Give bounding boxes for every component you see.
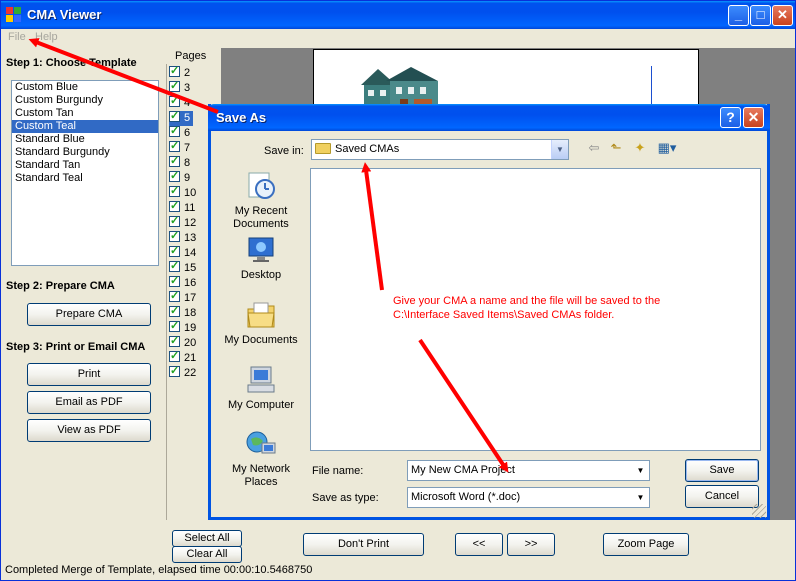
template-item-selected[interactable]: Custom Teal (12, 120, 158, 133)
save-button[interactable]: Save (685, 459, 759, 482)
window-title: CMA Viewer (27, 7, 102, 22)
template-item[interactable]: Custom Tan (12, 107, 158, 120)
next-page-button[interactable]: >> (507, 533, 555, 556)
resize-grip[interactable] (752, 504, 766, 518)
zoom-page-button[interactable]: Zoom Page (603, 533, 689, 556)
title-bar[interactable]: CMA Viewer _ □ ✕ (1, 1, 795, 29)
maximize-button[interactable]: □ (750, 5, 771, 26)
checkbox-icon[interactable] (169, 94, 180, 107)
my-computer-icon (247, 366, 275, 393)
checkbox-icon[interactable] (169, 274, 180, 287)
cursor-line (651, 66, 652, 106)
template-list[interactable]: Custom Blue Custom Burgundy Custom Tan C… (11, 80, 159, 266)
prepare-cma-button[interactable]: Prepare CMA (27, 303, 151, 326)
chevron-down-icon[interactable]: ▼ (632, 488, 649, 507)
view-pdf-button[interactable]: View as PDF (27, 419, 151, 442)
checkbox-icon[interactable] (169, 79, 180, 92)
menu-bar: File Help (1, 29, 221, 47)
folder-icon (315, 143, 331, 154)
chevron-down-icon[interactable]: ▼ (551, 140, 568, 159)
checkbox-icon[interactable] (169, 304, 180, 317)
checkbox-icon[interactable] (169, 214, 180, 227)
email-pdf-button[interactable]: Email as PDF (27, 391, 151, 414)
checkbox-icon[interactable] (169, 139, 180, 152)
checkbox-icon[interactable] (169, 319, 180, 332)
template-item[interactable]: Custom Blue (12, 81, 158, 94)
save-as-type-dropdown[interactable]: Microsoft Word (*.doc) ▼ (407, 487, 650, 508)
view-menu-icon[interactable]: ▦▾ (655, 139, 679, 157)
menu-help[interactable]: Help (35, 31, 58, 43)
place-my-computer[interactable]: My Computer (218, 365, 304, 412)
pages-label: Pages (175, 50, 207, 62)
save-as-type-label: Save as type: (312, 492, 379, 504)
dialog-close-button[interactable]: ✕ (743, 107, 764, 128)
checkbox-icon[interactable] (169, 154, 180, 167)
places-bar: My Recent Documents Desktop My Documents… (218, 163, 304, 503)
step1-heading: Step 1: Choose Template (6, 57, 137, 69)
page-checkbox[interactable]: 22 (169, 364, 196, 381)
up-folder-icon[interactable]: ⬑ (607, 139, 625, 157)
checkbox-icon[interactable] (169, 124, 180, 137)
checkbox-icon[interactable] (169, 184, 180, 197)
previous-page-button[interactable]: << (455, 533, 503, 556)
annotation-line-1: Give your CMA a name and the file will b… (393, 295, 661, 307)
checkbox-icon[interactable] (169, 199, 180, 212)
checkbox-icon[interactable] (169, 349, 180, 362)
help-button[interactable]: ? (720, 107, 741, 128)
instruction-annotation: Give your CMA a name and the file will b… (393, 294, 660, 322)
close-button[interactable]: ✕ (772, 5, 793, 26)
annotation-line-2: C:\Interface Saved Items\Saved CMAs fold… (393, 309, 615, 321)
save-in-dropdown[interactable]: Saved CMAs ▼ (311, 139, 569, 160)
save-in-label: Save in: (264, 145, 304, 157)
desktop-icon (248, 237, 274, 262)
checkbox-icon[interactable] (169, 229, 180, 242)
dialog-title-bar[interactable]: Save As ? ✕ (208, 104, 770, 131)
step3-heading: Step 3: Print or Email CMA (6, 341, 146, 353)
checkbox-icon[interactable] (169, 64, 180, 77)
checkbox-icon[interactable] (169, 109, 180, 122)
template-item[interactable]: Standard Burgundy (12, 146, 158, 159)
template-item[interactable]: Standard Tan (12, 159, 158, 172)
template-item[interactable]: Standard Teal (12, 172, 158, 185)
cancel-button[interactable]: Cancel (685, 485, 759, 508)
network-places-icon (246, 431, 276, 454)
select-all-button[interactable]: Select All (172, 530, 242, 547)
new-folder-icon[interactable]: ✦ (631, 139, 649, 157)
recent-documents-icon (248, 172, 275, 199)
file-name-input[interactable]: My New CMA Project ▼ (407, 460, 650, 481)
step2-heading: Step 2: Prepare CMA (6, 280, 115, 292)
chevron-down-icon[interactable]: ▼ (632, 461, 649, 480)
file-name-label: File name: (312, 465, 364, 477)
checkbox-icon[interactable] (169, 334, 180, 347)
template-item[interactable]: Standard Blue (12, 133, 158, 146)
dialog-title: Save As (216, 110, 267, 125)
place-desktop[interactable]: Desktop (218, 235, 304, 282)
checkbox-icon[interactable] (169, 169, 180, 182)
checkbox-icon[interactable] (169, 364, 180, 377)
my-documents-icon (247, 302, 275, 328)
checkbox-icon[interactable] (169, 259, 180, 272)
app-icon (6, 7, 22, 23)
minimize-button[interactable]: _ (728, 5, 749, 26)
clear-all-button[interactable]: Clear All (172, 546, 242, 563)
menu-file[interactable]: File (8, 31, 26, 43)
place-recent-documents[interactable]: My Recent Documents (218, 171, 304, 231)
place-network-places[interactable]: My Network Places (218, 429, 304, 489)
checkbox-icon[interactable] (169, 244, 180, 257)
place-my-documents[interactable]: My Documents (218, 300, 304, 347)
back-arrow-icon[interactable]: ⇦ (585, 139, 603, 157)
status-bar-text: Completed Merge of Template, elapsed tim… (5, 564, 313, 576)
dont-print-button[interactable]: Don't Print (303, 533, 424, 556)
print-button[interactable]: Print (27, 363, 151, 386)
template-item[interactable]: Custom Burgundy (12, 94, 158, 107)
checkbox-icon[interactable] (169, 289, 180, 302)
